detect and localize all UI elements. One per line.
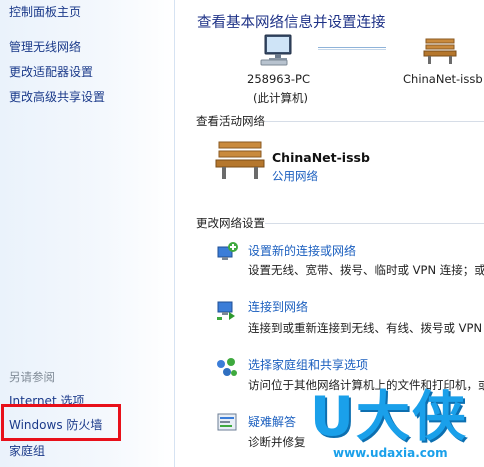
setup-connection-link[interactable]: 设置新的连接或网络 — [248, 242, 356, 259]
change-settings-header: 更改网络设置 — [196, 216, 265, 230]
bench-icon — [215, 138, 265, 185]
map-network-name: ChinaNet-issb — [403, 72, 483, 86]
change-adapter-link[interactable]: 更改适配器设置 — [9, 63, 93, 80]
control-panel-home-link[interactable]: 控制面板主页 — [9, 3, 81, 20]
setup-connection-desc: 设置无线、宽带、拨号、临时或 VPN 连接；或 — [248, 263, 484, 277]
computer-name: 258963-PC — [247, 72, 311, 86]
homegroup-link[interactable]: 家庭组 — [9, 442, 45, 459]
connection-line-shadow — [318, 49, 386, 50]
bench-icon[interactable] — [423, 36, 457, 69]
sidebar: 控制面板主页 管理无线网络 更改适配器设置 更改高级共享设置 另请参阅 Inte… — [0, 0, 175, 467]
active-networks-header: 查看活动网络 — [196, 114, 265, 128]
connection-line — [318, 47, 386, 48]
see-also-header: 另请参阅 — [9, 370, 55, 384]
active-network-name: ChinaNet-issb — [272, 150, 370, 165]
manage-wireless-link[interactable]: 管理无线网络 — [9, 38, 81, 55]
watermark-logo: U大侠 — [310, 385, 468, 448]
change-sharing-link[interactable]: 更改高级共享设置 — [9, 88, 105, 105]
section-divider — [265, 223, 484, 224]
troubleshoot-icon — [215, 411, 239, 438]
troubleshoot-link[interactable]: 疑难解答 — [248, 413, 296, 430]
watermark-url: www.udaxia.com — [333, 446, 448, 460]
connect-network-icon — [215, 298, 239, 325]
highlight-box — [1, 404, 121, 441]
homegroup-icon — [215, 356, 239, 383]
new-connection-icon — [215, 241, 239, 268]
section-divider — [265, 121, 484, 122]
computer-sub-label: (此计算机) — [253, 91, 308, 105]
network-type-link[interactable]: 公用网络 — [272, 168, 318, 184]
connect-network-link[interactable]: 连接到网络 — [248, 298, 308, 315]
homegroup-options-link[interactable]: 选择家庭组和共享选项 — [248, 356, 368, 373]
computer-icon[interactable] — [259, 33, 299, 70]
connect-network-desc: 连接到或重新连接到无线、有线、拨号或 VPN — [248, 321, 483, 335]
troubleshoot-desc: 诊断并修复 — [248, 435, 306, 449]
page-title: 查看基本网络信息并设置连接 — [197, 15, 386, 31]
